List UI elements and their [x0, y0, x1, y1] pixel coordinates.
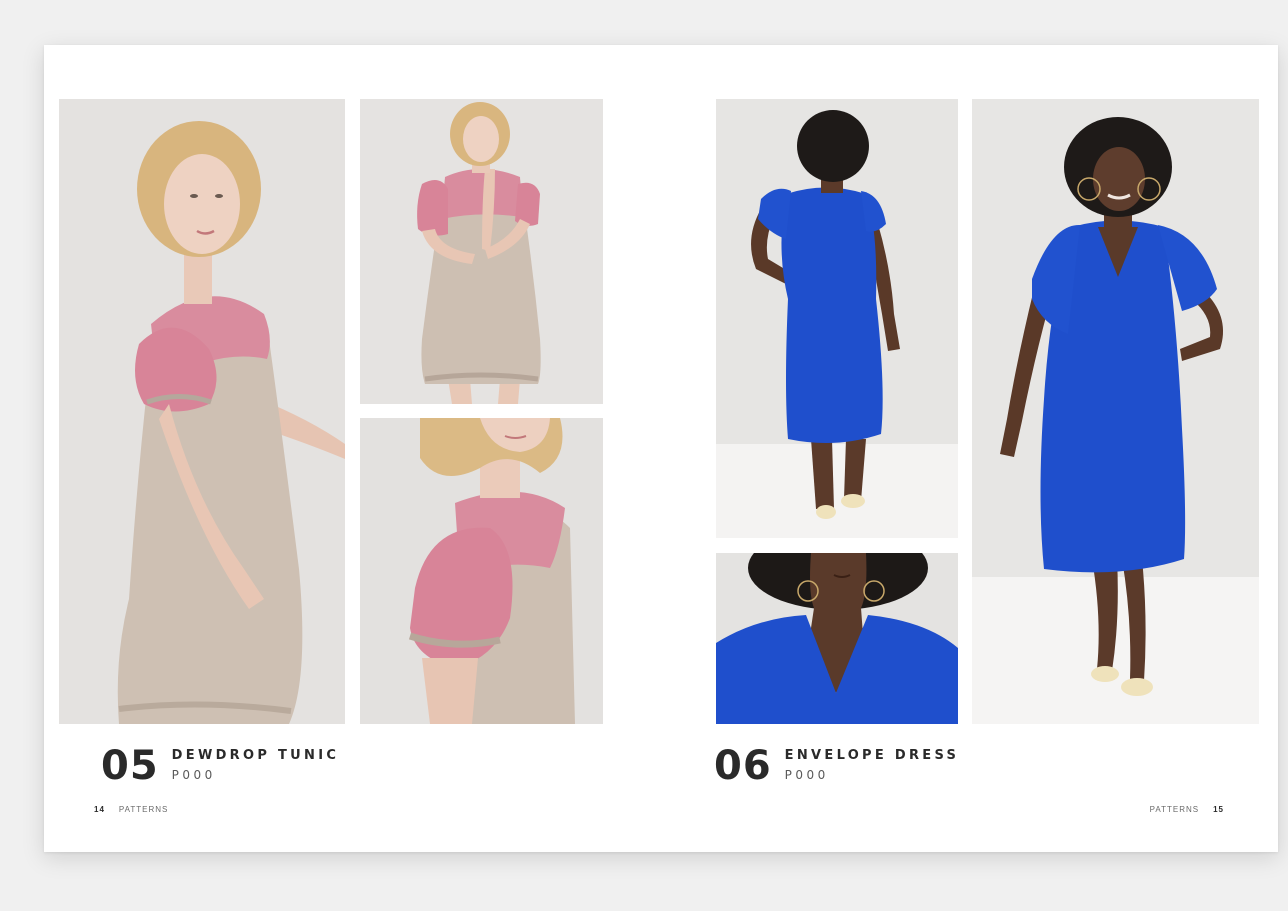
left-page-folio: 14 PATTERNS — [94, 805, 168, 814]
dewdrop-tunic-front-view-photo — [360, 99, 603, 404]
envelope-dress-neckline-detail-photo — [716, 553, 958, 724]
magazine-spread: 05 DEWDROP TUNIC P000 06 ENVELOPE DRESS … — [44, 45, 1278, 852]
pattern-name: DEWDROP TUNIC — [171, 748, 340, 763]
envelope-dress-title-block: 06 ENVELOPE DRESS P000 — [714, 746, 959, 786]
page-number: 15 — [1213, 805, 1224, 814]
envelope-dress-back-view-photo — [716, 99, 958, 538]
pattern-text: DEWDROP TUNIC P000 — [172, 748, 340, 782]
pattern-text: ENVELOPE DRESS P000 — [785, 748, 960, 782]
section-label: PATTERNS — [118, 805, 169, 814]
dewdrop-tunic-sleeve-detail-photo — [360, 418, 603, 724]
pattern-code: P000 — [171, 768, 216, 782]
right-page-folio: PATTERNS 15 — [1150, 805, 1224, 814]
pattern-number: 06 — [714, 743, 772, 789]
envelope-dress-front-view-photo — [972, 99, 1259, 724]
pattern-name: ENVELOPE DRESS — [784, 748, 960, 763]
dewdrop-tunic-title-block: 05 DEWDROP TUNIC P000 — [101, 746, 339, 786]
pattern-code: P000 — [784, 768, 829, 782]
page-number: 14 — [94, 805, 105, 814]
pattern-number: 05 — [101, 743, 159, 789]
section-label: PATTERNS — [1149, 805, 1200, 814]
dewdrop-tunic-side-view-photo — [59, 99, 345, 724]
